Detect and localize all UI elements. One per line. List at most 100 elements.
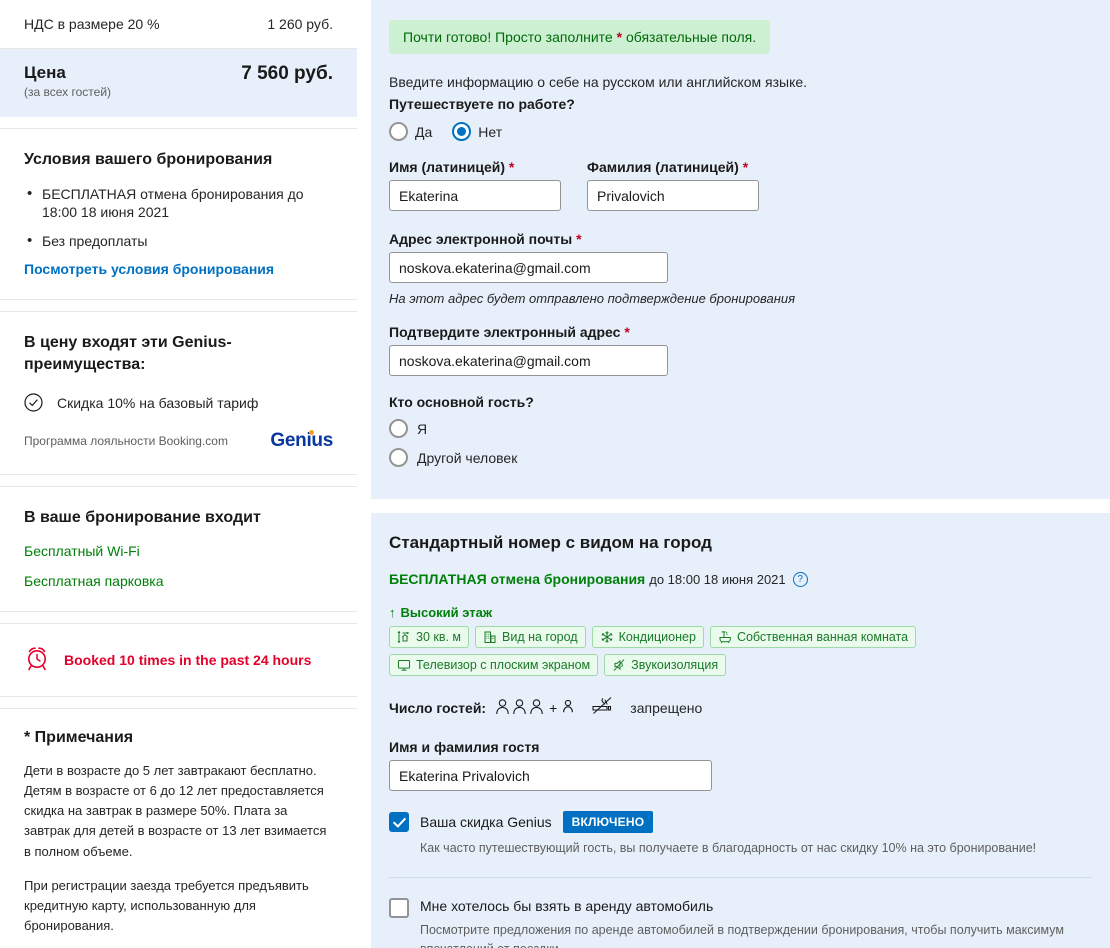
required-star: * (508, 159, 515, 175)
email-input[interactable] (389, 252, 668, 283)
email-hint: На этот адрес будет отправлено подтвержд… (389, 291, 796, 306)
genius-discount-row[interactable]: Ваша скидка Genius ВКЛЮЧЕНО (389, 811, 1092, 833)
price-summary-card: НДС в размере 20 % 1 260 руб. Цена (за в… (0, 0, 357, 117)
flat-screen-tv-icon (397, 658, 411, 672)
alert-text-after: обязательные поля. (622, 29, 757, 45)
booking-conditions-title: Условия вашего бронирования (24, 151, 273, 168)
free-cancellation-deadline: до 18:00 18 июня 2021 (649, 571, 786, 587)
checkout-main-column: Почти готово! Просто заполните * обязате… (357, 0, 1110, 948)
guest-name-input[interactable] (389, 760, 712, 791)
required-star: * (576, 231, 582, 247)
guests-plus-sign: + (549, 699, 558, 716)
radio-main-guest-other[interactable]: Другой человек (389, 448, 1092, 467)
first-name-label: Имя (латиницей) * (389, 159, 561, 175)
radio-circle-icon (389, 122, 408, 141)
radio-circle-icon (389, 419, 408, 438)
email-label: Адрес электронной почты * (389, 231, 1092, 247)
email-confirm-label: Подтвердите электронный адрес * (389, 324, 1092, 340)
check-circle-icon (24, 393, 43, 413)
included-in-booking-title: В ваше бронирование входит (24, 509, 261, 527)
city-view-icon (483, 630, 497, 644)
guest-name-label: Имя и фамилия гостя (389, 739, 540, 755)
radio-main-guest-me[interactable]: Я (389, 419, 1092, 438)
vat-value: 1 260 руб. (267, 16, 333, 32)
amenity-tag-soundproof-label: Звукоизоляция (631, 658, 719, 672)
total-price-sublabel: (за всех гостей) (24, 85, 112, 99)
radio-business-yes-label: Да (415, 123, 433, 140)
included-item-parking[interactable]: Бесплатная парковка (24, 573, 333, 589)
no-smoking-label: запрещено (630, 699, 703, 716)
high-floor-line: ↑ Высокий этаж (389, 605, 1092, 620)
person-icon (512, 698, 527, 718)
checkbox-checked-icon[interactable] (389, 812, 409, 832)
guests-count-label: Число гостей: (389, 699, 487, 716)
radio-main-guest-other-label: Другой человек (417, 449, 518, 466)
first-name-input[interactable] (389, 180, 561, 211)
no-smoking-icon (591, 696, 615, 719)
guest-name-group: Имя и фамилия гостя (389, 719, 1092, 791)
email-confirm-input[interactable] (389, 345, 668, 376)
business-travel-label: Путешествуете по работе? (389, 96, 575, 112)
amenity-tag-private-bathroom-label: Собственная ванная комната (736, 630, 909, 644)
amenity-tag-flat-screen-tv-label: Телевизор с плоским экраном (416, 658, 591, 672)
alarm-clock-icon (24, 644, 50, 676)
email-group: Адрес электронной почты * На этот адрес … (389, 225, 1092, 306)
checkbox-unchecked-icon[interactable] (389, 898, 409, 918)
included-item-wifi[interactable]: Бесплатный Wi-Fi (24, 543, 333, 559)
amenity-tag-private-bathroom: Собственная ванная комната (709, 626, 917, 648)
soundproof-icon (612, 658, 626, 672)
last-name-label-text: Фамилия (латиницей) (587, 159, 739, 175)
person-icon (529, 698, 544, 718)
notes-paragraph: Дети в возрасте до 5 лет завтракают бесп… (24, 763, 327, 859)
radio-circle-icon (389, 448, 408, 467)
private-bathroom-icon (718, 630, 732, 644)
arrow-up-icon: ↑ (389, 605, 396, 620)
genius-discount-description: Как часто путешествующий гость, вы получ… (420, 841, 1037, 855)
radio-business-yes[interactable]: Да (389, 122, 432, 141)
genius-benefits-card: В цену входят эти Genius-преимущества: С… (0, 311, 357, 476)
total-price-row: Цена (за всех гостей) 7 560 руб. (0, 49, 357, 117)
last-name-label: Фамилия (латиницей) * (587, 159, 759, 175)
amenity-tag-flat-screen-tv: Телевизор с плоским экраном (389, 654, 599, 676)
email-confirm-label-text: Подтвердите электронный адрес (389, 324, 621, 340)
view-booking-conditions-link[interactable]: Посмотреть условия бронирования (24, 261, 333, 277)
email-confirm-group: Подтвердите электронный адрес * (389, 318, 1092, 376)
guest-person-icons: + (495, 698, 574, 718)
genius-footer: Программа лояльности Booking.com Genius (24, 430, 333, 452)
amenity-tag-air-conditioning-label: Кондиционер (618, 630, 696, 644)
booking-conditions-list: БЕСПЛАТНАЯ отмена бронирования до 18:00 … (24, 184, 333, 252)
room-title: Стандартный номер с видом на город (389, 533, 712, 552)
genius-discount-label: Ваша скидка Genius (420, 814, 552, 830)
almost-done-alert: Почти готово! Просто заполните * обязате… (389, 20, 771, 54)
genius-logo-text: Genius (270, 430, 333, 452)
first-name-label-text: Имя (латиницей) (389, 159, 506, 175)
car-rental-label: Мне хотелось бы взять в аренду автомобил… (420, 898, 714, 914)
first-name-group: Имя (латиницей) * (389, 153, 561, 211)
name-fields-row: Имя (латиницей) * Фамилия (латиницей) * (389, 153, 1092, 211)
total-price-value: 7 560 руб. (241, 63, 333, 84)
radio-main-guest-me-label: Я (417, 420, 428, 437)
booking-conditions-card: Условия вашего бронирования БЕСПЛАТНАЯ о… (0, 128, 357, 301)
amenity-tag-area-label: 30 кв. м (416, 630, 462, 644)
person-icon (495, 698, 510, 718)
amenity-tag-air-conditioning: Кондиционер (591, 626, 704, 648)
vat-row: НДС в размере 20 % 1 260 руб. (0, 0, 357, 49)
last-name-input[interactable] (587, 180, 759, 211)
radio-business-no-label: Нет (478, 123, 503, 140)
free-cancellation-line: БЕСПЛАТНАЯ отмена бронирования до 18:00 … (389, 571, 1092, 587)
genius-logo: Genius (270, 430, 333, 452)
radio-business-no[interactable]: Нет (452, 122, 502, 141)
car-rental-row[interactable]: Мне хотелось бы взять в аренду автомобил… (389, 898, 1092, 948)
area-icon (397, 630, 411, 644)
vat-label: НДС в размере 20 % (24, 16, 160, 32)
section-divider (389, 877, 1092, 878)
free-cancellation-label: БЕСПЛАТНАЯ отмена бронирования (389, 571, 646, 587)
total-price-label: Цена (24, 63, 66, 82)
genius-benefit-row: Скидка 10% на базовый тариф (24, 393, 333, 413)
amenity-tag-area: 30 кв. м (389, 626, 470, 648)
car-rental-description: Посмотрите предложения по аренде автомоб… (420, 923, 1064, 948)
help-icon[interactable]: ? (792, 571, 808, 587)
required-star: * (742, 159, 749, 175)
booking-summary-sidebar: НДС в размере 20 % 1 260 руб. Цена (за в… (0, 0, 357, 948)
list-item: БЕСПЛАТНАЯ отмена бронирования до 18:00 … (24, 184, 333, 223)
